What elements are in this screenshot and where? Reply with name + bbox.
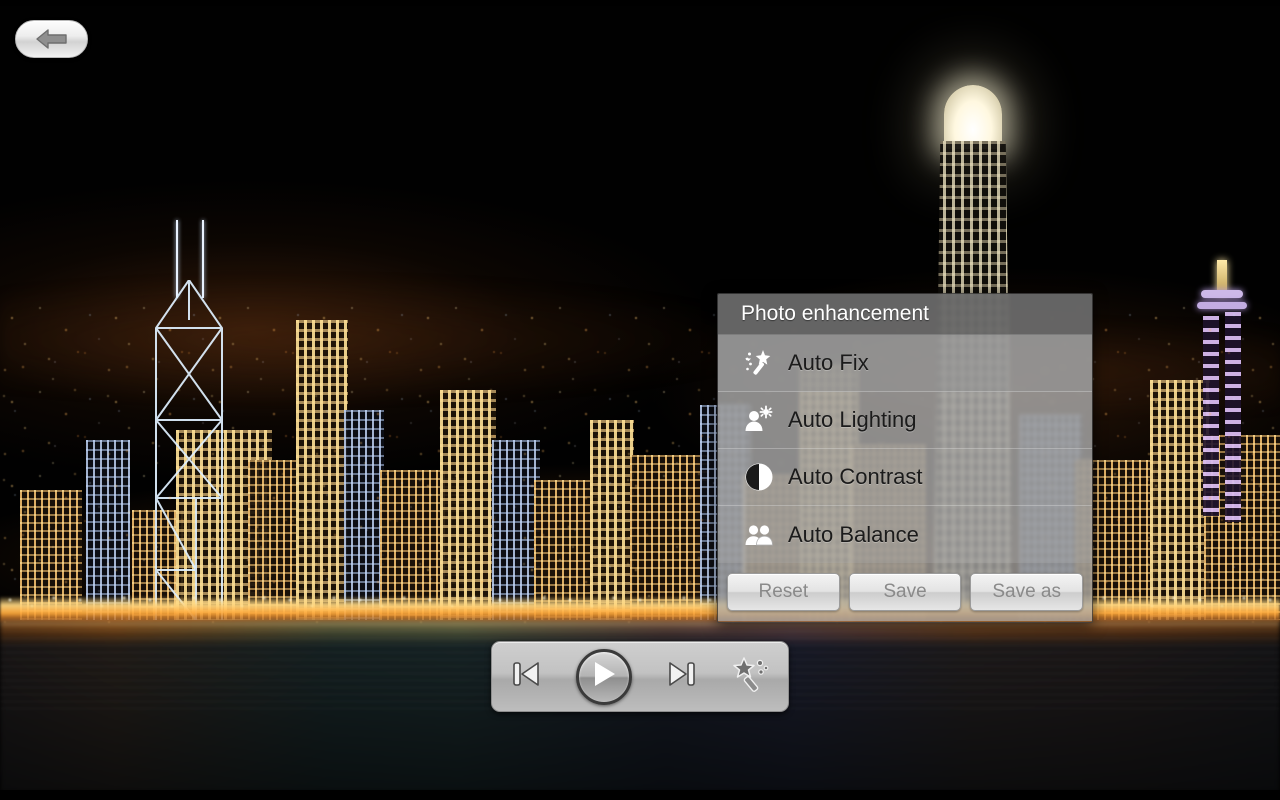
reset-button[interactable]: Reset [727, 573, 840, 611]
skip-previous-icon [508, 656, 544, 697]
menu-item-auto-lighting[interactable]: Auto Lighting [718, 392, 1092, 449]
enhancement-menu-list: Auto Fix Auto Lighting Auto Contrast Aut… [718, 335, 1092, 563]
photo-bottom-letterbox [0, 790, 1280, 800]
save-as-button[interactable]: Save as [970, 573, 1084, 611]
magic-wand-icon [742, 346, 776, 380]
back-arrow-icon [35, 28, 69, 50]
menu-item-auto-balance[interactable]: Auto Balance [718, 506, 1092, 563]
person-sun-icon [742, 403, 776, 437]
back-button[interactable] [15, 20, 88, 58]
playback-control-bar [491, 641, 789, 712]
photo-top-letterbox [0, 0, 1280, 6]
menu-item-label: Auto Balance [788, 521, 919, 547]
menu-item-auto-contrast[interactable]: Auto Contrast [718, 449, 1092, 506]
menu-item-label: Auto Contrast [788, 464, 923, 489]
dialog-title: Photo enhancement [718, 294, 1092, 335]
skip-next-icon [664, 656, 700, 697]
menu-item-label: Auto Fix [788, 350, 869, 375]
dialog-button-row: Reset Save Save as [718, 563, 1092, 621]
menu-item-label: Auto Lighting [788, 407, 917, 432]
play-icon [591, 660, 617, 693]
play-button[interactable] [576, 648, 632, 705]
photo-enhancement-dialog: Photo enhancement Auto Fix Auto Lighting… [717, 293, 1093, 623]
next-button[interactable] [664, 656, 700, 697]
previous-button[interactable] [508, 656, 544, 697]
photo-viewer-screen: Photo enhancement Auto Fix Auto Lighting… [0, 0, 1280, 800]
half-circle-icon [742, 460, 776, 494]
magic-wand-icon [732, 654, 772, 699]
enhance-button[interactable] [732, 654, 772, 699]
two-people-icon [742, 518, 776, 552]
ifc-crown [944, 85, 1002, 149]
menu-item-auto-fix[interactable]: Auto Fix [718, 335, 1092, 392]
save-button[interactable]: Save [848, 573, 962, 611]
